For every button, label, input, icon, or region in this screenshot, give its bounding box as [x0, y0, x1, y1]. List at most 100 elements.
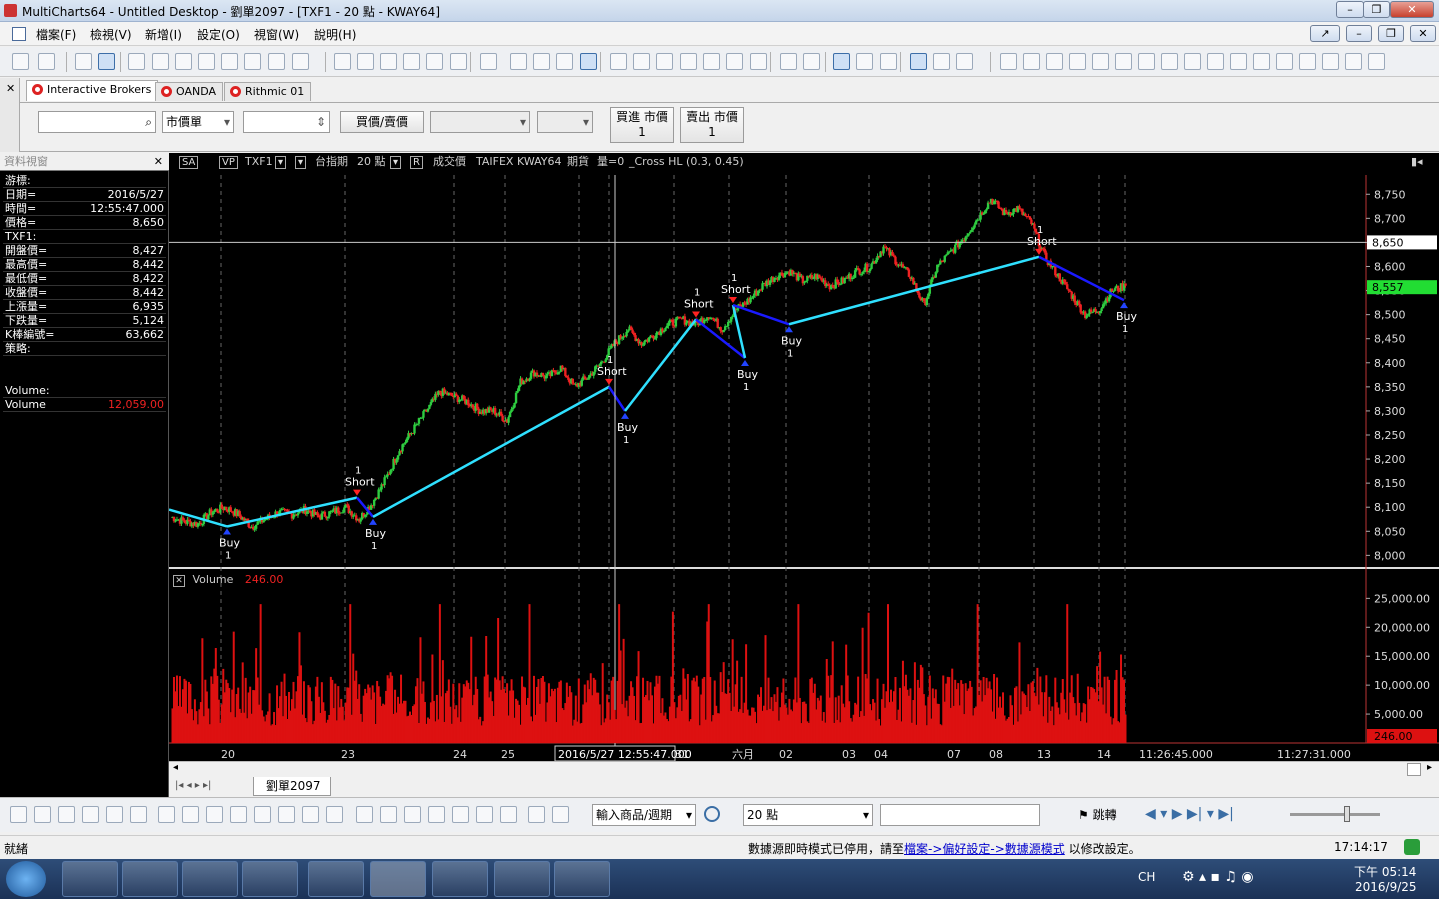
toolbar-button-48[interactable]: [1230, 53, 1247, 70]
account-select[interactable]: ▾: [430, 111, 530, 133]
toolbar-button-20[interactable]: [533, 53, 550, 70]
toolbar-button-51[interactable]: [1299, 53, 1316, 70]
toolbar-button-25[interactable]: [656, 53, 673, 70]
drawing-tool-7[interactable]: [182, 806, 199, 823]
drawing-tool-9[interactable]: [230, 806, 247, 823]
menu-settings[interactable]: 設定(O): [197, 26, 240, 43]
drawing-tool-3[interactable]: [82, 806, 99, 823]
toolbar-button-33[interactable]: [856, 53, 873, 70]
drawing-tool-6[interactable]: [158, 806, 175, 823]
toolbar-button-3[interactable]: [98, 53, 115, 70]
drawing-tool-19[interactable]: [476, 806, 493, 823]
tray-icons[interactable]: ⚙ ▴ ▪ ♫ ◉: [1182, 869, 1254, 885]
close-doc-button[interactable]: ✕: [1410, 25, 1436, 42]
plugin-icon[interactable]: [494, 861, 550, 897]
media-icon[interactable]: [242, 861, 298, 897]
toolbar-button-22[interactable]: [580, 53, 597, 70]
menu-file[interactable]: 檔案(F): [36, 26, 76, 43]
toolbar-button-35[interactable]: [910, 53, 927, 70]
drawing-tool-8[interactable]: [206, 806, 223, 823]
menu-insert[interactable]: 新增(I): [145, 26, 182, 43]
toolbar-button-28[interactable]: [726, 53, 743, 70]
clock-icon[interactable]: [704, 806, 720, 822]
toolbar-button-19[interactable]: [510, 53, 527, 70]
toolbar-button-15[interactable]: [403, 53, 420, 70]
toolbar-button-32[interactable]: [833, 53, 850, 70]
toolbar-button-10[interactable]: [268, 53, 285, 70]
toolbar-button-13[interactable]: [357, 53, 374, 70]
date-field[interactable]: [880, 804, 1040, 826]
menu-help[interactable]: 說明(H): [314, 26, 356, 43]
drawing-tool-1[interactable]: [34, 806, 51, 823]
multicharts-icon[interactable]: [370, 861, 426, 897]
speed-slider[interactable]: [1290, 806, 1380, 822]
ie-icon[interactable]: [62, 861, 118, 897]
toolbar-button-44[interactable]: [1138, 53, 1155, 70]
close-icon[interactable]: ✕: [173, 575, 185, 587]
chrome-icon[interactable]: [308, 861, 364, 897]
preferences-link[interactable]: 檔案->偏好設定->數據源模式: [904, 842, 1065, 856]
horizontal-scrollbar[interactable]: ◂ ▸: [169, 761, 1439, 777]
toolbar-button-18[interactable]: [480, 53, 497, 70]
scroll-right-icon[interactable]: ▸: [1427, 762, 1432, 773]
drawing-tool-13[interactable]: [326, 806, 343, 823]
restore-doc-button[interactable]: ↗: [1310, 25, 1340, 42]
toolbar-button-34[interactable]: [880, 53, 897, 70]
toolbar-button-37[interactable]: [956, 53, 973, 70]
drawing-tool-22[interactable]: [552, 806, 569, 823]
chart-canvas[interactable]: 8,000 8,050 8,100 8,150 8,200 8,250 8,300 8,350…: [169, 153, 1439, 797]
toolbar-button-40[interactable]: [1046, 53, 1063, 70]
toolbar-button-31[interactable]: [803, 53, 820, 70]
quantity-stepper[interactable]: ⇕: [243, 111, 330, 133]
order-bar-handle[interactable]: ✕: [0, 78, 20, 152]
scroll-left-icon[interactable]: ◂: [173, 762, 178, 773]
symbol-period-select[interactable]: 輸入商品/週期 ▾: [592, 804, 696, 826]
toolbar-button-5[interactable]: [152, 53, 169, 70]
toolbar-button-6[interactable]: [175, 53, 192, 70]
jump-button[interactable]: ⚑ 跳轉: [1078, 806, 1117, 823]
toolbar-button-47[interactable]: [1207, 53, 1224, 70]
menu-view[interactable]: 檢視(V): [90, 26, 132, 43]
drawing-tool-15[interactable]: [380, 806, 397, 823]
toolbar-button-53[interactable]: [1345, 53, 1362, 70]
minimize-button[interactable]: –: [1336, 1, 1364, 18]
toolbar-button-29[interactable]: [750, 53, 767, 70]
bid-ask-button[interactable]: 買價/賣價: [340, 111, 424, 133]
toolbar-button-8[interactable]: [221, 53, 238, 70]
toolbar-button-52[interactable]: [1322, 53, 1339, 70]
menu-window[interactable]: 視窗(W): [254, 26, 299, 43]
drawing-tool-2[interactable]: [58, 806, 75, 823]
start-button[interactable]: [6, 861, 46, 897]
toolbar-button-1[interactable]: [38, 53, 55, 70]
drawing-tool-17[interactable]: [428, 806, 445, 823]
tab-oanda[interactable]: OANDA: [155, 82, 224, 101]
toolbar-button-36[interactable]: [933, 53, 950, 70]
tif-select[interactable]: ▾: [537, 111, 593, 133]
toolbar-button-9[interactable]: [244, 53, 261, 70]
chart-window[interactable]: SA VP TXF1 ▾ ▾ 台指期 20 點 ▾ R 成交價 TAIFEX K…: [169, 153, 1439, 797]
drawing-tool-4[interactable]: [106, 806, 123, 823]
drawing-tool-10[interactable]: [254, 806, 271, 823]
sell-market-button[interactable]: 賣出 市價 1: [680, 107, 744, 143]
toolbar-button-21[interactable]: [556, 53, 573, 70]
close-icon[interactable]: ✕: [6, 82, 15, 95]
maximize-doc-button[interactable]: ❐: [1378, 25, 1404, 42]
toolbar-button-46[interactable]: [1184, 53, 1201, 70]
toolbar-button-2[interactable]: [75, 53, 92, 70]
line-icon[interactable]: [554, 861, 610, 897]
buy-market-button[interactable]: 買進 市價 1: [610, 107, 674, 143]
toolbar-button-12[interactable]: [334, 53, 351, 70]
toolbar-button-50[interactable]: [1276, 53, 1293, 70]
drawing-tool-16[interactable]: [404, 806, 421, 823]
order-type-select[interactable]: 市價單 ▾: [162, 111, 234, 133]
minimize-doc-button[interactable]: –: [1346, 25, 1372, 42]
tool-icon[interactable]: [182, 861, 238, 897]
drawing-tool-21[interactable]: [528, 806, 545, 823]
toolbar-button-0[interactable]: [12, 53, 29, 70]
drawing-tool-18[interactable]: [452, 806, 469, 823]
tab-rithmic[interactable]: Rithmic 01: [224, 82, 312, 101]
drawing-tool-11[interactable]: [278, 806, 295, 823]
language-indicator[interactable]: CH: [1138, 870, 1155, 884]
toolbar-button-7[interactable]: [198, 53, 215, 70]
close-icon[interactable]: ✕: [154, 153, 163, 171]
